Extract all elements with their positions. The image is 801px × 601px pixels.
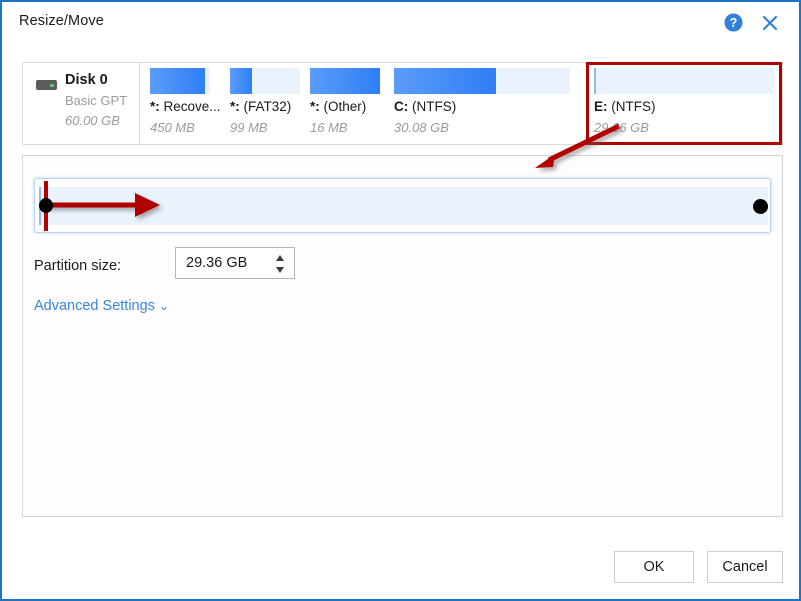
partition-size-text: 29.36 GB [594, 120, 649, 135]
partition-item[interactable]: *: Recove... 450 MB [150, 63, 221, 144]
partition-usage-fill [230, 68, 252, 94]
advanced-settings-link[interactable]: Advanced Settings ⌄ [34, 298, 169, 314]
resize-panel: Partition size: 29.36 GB Advanced Settin… [22, 155, 783, 517]
slider-track[interactable] [39, 187, 768, 225]
partition-label: *: (Other) [310, 99, 367, 114]
partition-usage-bar [230, 68, 300, 94]
disk-type: Basic GPT [65, 93, 128, 108]
partition-size-text: 16 MB [310, 120, 348, 135]
disk-name: Disk 0 [65, 72, 108, 88]
partition-usage-bar [594, 68, 774, 94]
chevron-down-icon: ⌄ [158, 299, 169, 313]
partition-label: C: (NTFS) [394, 99, 457, 114]
partition-size-text: 30.08 GB [394, 120, 449, 135]
partition-usage-bar [394, 68, 570, 94]
cancel-button[interactable]: Cancel [707, 551, 783, 583]
partition-usage-fill [594, 68, 596, 94]
partition-resize-slider[interactable] [34, 178, 771, 233]
partition-size-text: 450 MB [150, 120, 195, 135]
close-icon[interactable] [759, 12, 781, 34]
partition-size-label: Partition size: [34, 258, 122, 274]
partition-label: *: Recove... [150, 99, 221, 114]
hard-disk-icon [36, 80, 57, 90]
partition-usage-fill [150, 68, 205, 94]
help-circle-icon[interactable]: ? [724, 13, 743, 32]
partition-label: E: (NTFS) [594, 99, 656, 114]
disk-info: Disk 0 Basic GPT 60.00 GB [23, 63, 140, 144]
resize-move-dialog: Resize/Move ? Disk 0 Basic GPT 60.00 GB … [0, 0, 801, 601]
partition-usage-bar [150, 68, 210, 94]
right-resize-handle[interactable] [753, 199, 768, 214]
partition-usage-fill [310, 68, 380, 94]
svg-text:?: ? [730, 16, 738, 30]
slider-used-fill [39, 187, 768, 225]
ok-button[interactable]: OK [614, 551, 694, 583]
partition-size-text: 99 MB [230, 120, 268, 135]
partition-item[interactable]: *: (FAT32) 99 MB [230, 63, 300, 144]
partition-size-value: 29.36 GB [186, 255, 248, 271]
partition-size-stepper[interactable]: 29.36 GB [175, 247, 295, 279]
disk-layout-strip: Disk 0 Basic GPT 60.00 GB *: Recove... 45… [22, 62, 783, 145]
partition-item[interactable]: C: (NTFS) 30.08 GB [394, 63, 570, 144]
advanced-settings-label: Advanced Settings [34, 298, 155, 314]
window-title: Resize/Move [19, 13, 104, 29]
partition-usage-fill [394, 68, 496, 94]
partition-item[interactable]: *: (Other) 16 MB [310, 63, 380, 144]
stepper-arrows-icon[interactable] [274, 253, 286, 275]
title-bar: Resize/Move ? [4, 4, 799, 39]
disk-size: 60.00 GB [65, 113, 120, 128]
partition-usage-bar [310, 68, 380, 94]
partition-label: *: (FAT32) [230, 99, 292, 114]
partition-item[interactable]: E: (NTFS) 29.36 GB [594, 63, 774, 144]
